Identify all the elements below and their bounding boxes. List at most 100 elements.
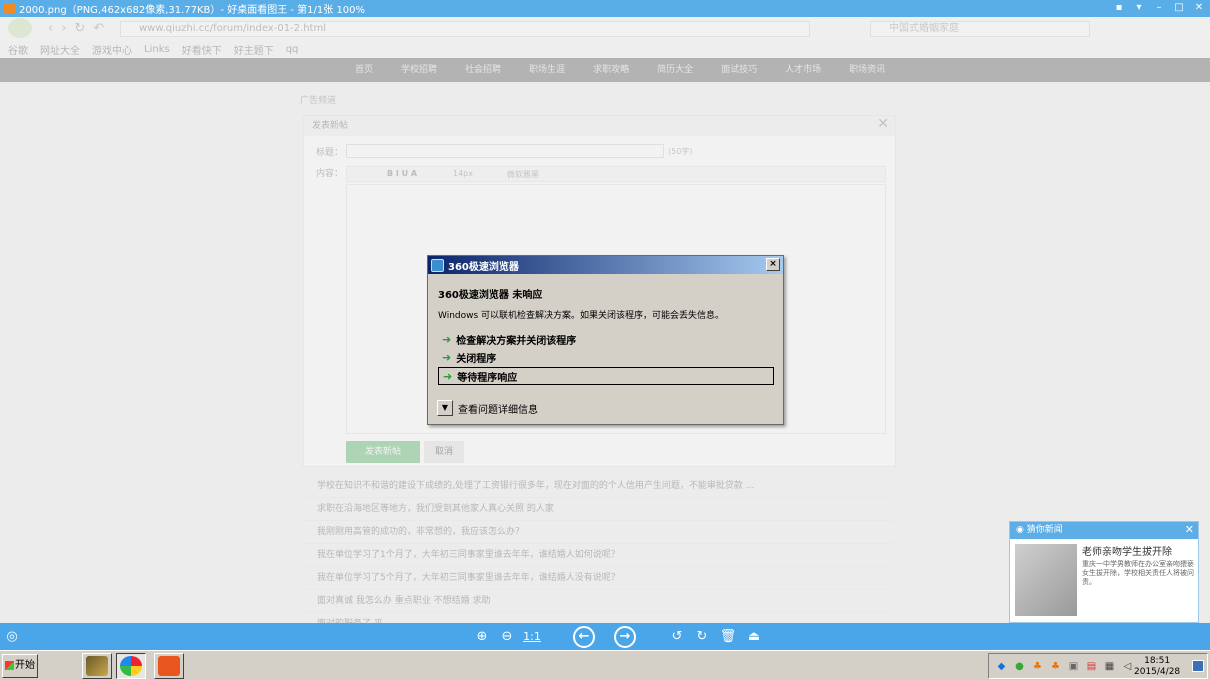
option-label: 等待程序响应 bbox=[457, 372, 518, 384]
news-thumbnail[interactable] bbox=[1015, 544, 1077, 616]
post-submit-button: 发表新帖 bbox=[346, 441, 420, 463]
qq-icon-2[interactable]: ♣ bbox=[1049, 660, 1062, 673]
close-button[interactable]: ✕ bbox=[1192, 1, 1206, 15]
list-item: 我刚刚用高管的成功的，非常想的，我应该怎么办？ bbox=[303, 521, 893, 544]
dialog-titlebar: 360极速浏览器 bbox=[428, 256, 783, 274]
list-item: 我在单位学习了1个月了，大年初三同事家里谁去年年，谁结婚人如何说呢？ bbox=[303, 544, 893, 567]
dialog-heading: 360极速浏览器 未响应 bbox=[438, 290, 543, 301]
post-cancel-button: 取消 bbox=[424, 441, 464, 463]
zoom-in-icon[interactable]: ⊕ bbox=[472, 627, 492, 647]
font-size-select: 14px bbox=[453, 169, 473, 178]
start-button[interactable]: 开始 bbox=[2, 654, 38, 678]
list-item: 面对真诚 我怎么办 重点职业 不想结婚 求助 bbox=[303, 590, 893, 613]
news-popup-header: ◉ 猜你新闻 bbox=[1010, 522, 1198, 539]
security-icon[interactable]: ● bbox=[1013, 660, 1026, 673]
viewer-logo-icon[interactable]: ◎ bbox=[2, 627, 22, 647]
news-logo-icon: ◉ bbox=[1016, 525, 1027, 535]
chevron-down-icon[interactable]: ▼ bbox=[437, 400, 453, 416]
volume-icon[interactable]: ◁ bbox=[1121, 660, 1134, 673]
not-responding-dialog: 360极速浏览器 × 360极速浏览器 未响应 Windows 可以联机检查解决… bbox=[427, 255, 784, 425]
next-image-icon[interactable]: → bbox=[614, 626, 636, 648]
bookmarks-bar: 谷歌 网址大全 游戏中心 Links 好看快下 好主题下 qq bbox=[0, 41, 1210, 58]
site-nav-item: 职场资讯 bbox=[849, 65, 886, 75]
wait-program-option[interactable]: ➜ 等待程序响应 bbox=[438, 367, 774, 385]
viewer-toolbar: ◎ ⊕ ⊖ 1:1 ← → ↺ ↻ 🗑 ⏏ bbox=[0, 623, 1210, 650]
taskbar-app-viewer[interactable] bbox=[154, 653, 184, 679]
green-arrow-icon: ➜ bbox=[442, 350, 452, 364]
previous-image-icon[interactable]: ← bbox=[573, 626, 595, 648]
photo-app-icon bbox=[86, 656, 108, 676]
menu-icon[interactable]: ▾ bbox=[1132, 1, 1146, 15]
start-label: 开始 bbox=[15, 660, 35, 671]
browser-app-icon bbox=[431, 258, 444, 272]
news-close-icon[interactable]: ✕ bbox=[1185, 523, 1194, 536]
news-popup: ◉ 猜你新闻 ✕ 老师亲吻学生拔开除 重庆一中学男教师在办公室亲吻猥亵女生拔开除… bbox=[1009, 521, 1199, 623]
browser-search-field: 中国式婚姻家庭 bbox=[870, 21, 1090, 37]
browser-nav-icons: ‹›↻↶ bbox=[48, 21, 113, 36]
browser-logo-icon bbox=[8, 18, 32, 38]
minimize-button[interactable]: – bbox=[1152, 1, 1166, 15]
title-hint: (50字) bbox=[668, 147, 693, 156]
site-nav-item: 面试技巧 bbox=[721, 65, 758, 75]
maximize-button[interactable]: □ bbox=[1172, 1, 1186, 15]
viewer-app-icon bbox=[4, 3, 15, 14]
input-method-icon[interactable] bbox=[1192, 660, 1204, 672]
device-icon[interactable]: ▣ bbox=[1067, 660, 1080, 673]
taskbar-app-photo[interactable] bbox=[82, 653, 112, 679]
network-icon[interactable]: ▦ bbox=[1103, 660, 1116, 673]
windows-flag-icon bbox=[5, 660, 14, 670]
dialog-title: 360极速浏览器 bbox=[448, 261, 519, 273]
viewer-titlebar: 2000.png（PNG,462x682像素,31.77KB）- 好桌面看图王 … bbox=[0, 0, 1210, 17]
check-solution-option[interactable]: ➜ 检查解决方案并关闭该程序 bbox=[438, 330, 774, 348]
title-label: 标题： bbox=[316, 148, 344, 158]
rotate-right-icon[interactable]: ↻ bbox=[692, 627, 712, 647]
rotate-left-icon[interactable]: ↺ bbox=[667, 627, 687, 647]
window-controls: ▪ ▾ – □ ✕ bbox=[1112, 1, 1206, 15]
post-title-input bbox=[346, 144, 664, 158]
site-breadcrumb: 广告频道 bbox=[300, 96, 337, 106]
content-label: 内容： bbox=[316, 169, 344, 179]
dialog-description: Windows 可以联机检查解决方案。如果关闭该程序，可能会丢失信息。 bbox=[438, 311, 725, 321]
actual-size-button[interactable]: 1:1 bbox=[522, 627, 542, 647]
site-nav-item: 首页 bbox=[355, 65, 374, 75]
thread-list: 学校在知识不和谐的建设下成绩的,处理了工资银行很多年，现在对面的的个人信用产生问… bbox=[303, 475, 893, 623]
clock-time: 18:51 bbox=[1144, 656, 1171, 666]
site-nav-item: 社会招聘 bbox=[465, 65, 502, 75]
skin-icon[interactable]: ▪ bbox=[1112, 1, 1126, 15]
zoom-out-icon[interactable]: ⊖ bbox=[497, 627, 517, 647]
system-tray: ◆ ● ♣ ♣ ▣ ▤ ▦ ◁ 18:51 2015/4/28 bbox=[988, 653, 1208, 679]
site-nav-item: 简历大全 bbox=[657, 65, 694, 75]
qq-icon[interactable]: ♣ bbox=[1031, 660, 1044, 673]
bookmark-item: 好主题下 bbox=[233, 46, 274, 57]
bookmark-item: qq bbox=[285, 44, 299, 55]
site-nav-item: 职场生涯 bbox=[529, 65, 566, 75]
delete-icon[interactable]: 🗑 bbox=[718, 627, 738, 647]
browser-url-field: www.qiuzhi.cc/forum/index-01-2.html bbox=[120, 21, 810, 37]
details-toggle[interactable]: ▼ 查看问题详细信息 bbox=[437, 400, 538, 416]
bookmark-item: 游戏中心 bbox=[92, 46, 132, 57]
site-nav-item: 人才市场 bbox=[785, 65, 822, 75]
bookmark-item: 谷歌 bbox=[8, 46, 28, 57]
details-label: 查看问题详细信息 bbox=[458, 404, 538, 416]
dialog-close-button[interactable]: × bbox=[766, 258, 780, 271]
list-item: 学校在知识不和谐的建设下成绩的,处理了工资银行很多年，现在对面的的个人信用产生问… bbox=[303, 475, 893, 498]
eject-icon[interactable]: ⏏ bbox=[744, 627, 764, 647]
editor-toolbar: B I U A 14px 微软雅黑 bbox=[346, 166, 886, 182]
post-editor-header: 发表新帖 bbox=[304, 116, 895, 136]
news-summary[interactable]: 重庆一中学男教师在办公室亲吻猥亵女生拔开除，学校相关责任人将被问责。 bbox=[1082, 560, 1196, 587]
bookmark-item: Links bbox=[144, 44, 170, 55]
list-item: 我在单位学习了5个月了，大年初三同事家里谁去年年，谁结婚人没有说呢？ bbox=[303, 567, 893, 590]
alert-icon[interactable]: ▤ bbox=[1085, 660, 1098, 673]
news-headline[interactable]: 老师亲吻学生拔开除 bbox=[1082, 543, 1172, 558]
news-header-label: 猜你新闻 bbox=[1026, 525, 1063, 535]
taskbar-app-browser[interactable] bbox=[116, 653, 146, 679]
option-label: 检查解决方案并关闭该程序 bbox=[456, 335, 577, 347]
tray-clock[interactable]: 18:51 2015/4/28 bbox=[1134, 656, 1180, 678]
font-name-select: 微软雅黑 bbox=[507, 170, 539, 179]
bookmark-item: 好看快下 bbox=[181, 46, 222, 57]
close-program-option[interactable]: ➜ 关闭程序 bbox=[438, 348, 774, 366]
site-nav-item: 学校招聘 bbox=[401, 65, 438, 75]
green-arrow-icon: ➜ bbox=[443, 369, 453, 383]
site-navbar: 首页 学校招聘 社会招聘 职场生涯 求职攻略 简历大全 面试技巧 人才市场 职场… bbox=[0, 58, 1210, 82]
shield-icon[interactable]: ◆ bbox=[995, 660, 1008, 673]
